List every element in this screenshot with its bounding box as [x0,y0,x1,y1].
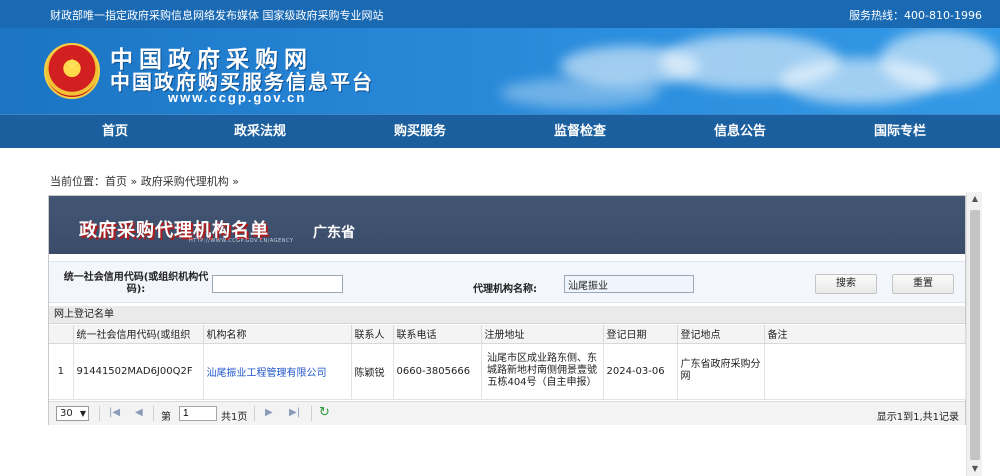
page-scrollbar[interactable]: ▲ ▼ [966,192,982,476]
column-address[interactable]: 注册地址 [481,325,604,344]
chevron-down-icon: ▼ [79,409,86,418]
pagination-info: 显示1到1,共1记录 [876,412,959,423]
nav-home[interactable]: 首页 [65,115,165,149]
page-size-select[interactable]: 30 ▼ [56,406,89,421]
agency-name-link[interactable]: 汕尾振业工程管理有限公司 [203,343,352,400]
scroll-down-icon[interactable]: ▼ [967,462,983,476]
search-button[interactable]: 搜索 [815,274,877,294]
row-contact: 陈颖锐 [351,343,394,400]
row-phone: 0660-3805666 [393,343,482,400]
total-pages: 共1页 [221,412,248,423]
nav-international[interactable]: 国际专栏 [850,115,950,149]
nav-regulations[interactable]: 政采法规 [210,115,310,149]
table-header-row: 统一社会信用代码(或组织 机构名称 联系人 联系电话 注册地址 登记日期 登记地… [49,325,966,344]
first-page-icon[interactable]: |◀ [109,407,120,418]
row-address: 汕尾市区成业路东侧、东城路新地村南侧佣景壹號五栋404号（自主申报） [481,343,604,400]
page-number-input[interactable] [179,406,217,421]
top-bar: 财政部唯一指定政府采购信息网络发布媒体 国家级政府采购专业网站 服务热线：400… [0,0,1000,28]
row-credit-code: 91441502MAD6J00Q2F [73,343,204,400]
credit-code-label: 统一社会信用代码(或组织机构代码): [63,272,209,295]
page-size-value: 30 [60,408,73,419]
page-label: 第 [161,412,171,423]
column-contact[interactable]: 联系人 [351,325,394,344]
agency-name-input[interactable] [564,275,694,293]
breadcrumb-prefix: 当前位置： [50,175,105,188]
row-note [764,343,966,400]
agency-name-label: 代理机构名称: [473,284,537,295]
row-place: 广东省政府采购分网 [677,343,765,400]
list-title: 网上登记名单 [49,306,965,324]
pager-divider [254,406,255,421]
nav-purchase-services[interactable]: 购买服务 [370,115,470,149]
reset-button[interactable]: 重置 [892,274,954,294]
column-credit-code[interactable]: 统一社会信用代码(或组织 [73,325,204,344]
next-page-icon[interactable]: ▶ [265,407,273,418]
main-nav: 首页 政采法规 购买服务 监督检查 信息公告 国际专栏 [0,114,1000,148]
agency-table: 统一社会信用代码(或组织 机构名称 联系人 联系电话 注册地址 登记日期 登记地… [49,325,966,400]
credit-code-input[interactable] [212,275,343,293]
row-date: 2024-03-06 [603,343,678,400]
site-slogan: 财政部唯一指定政府采购信息网络发布媒体 国家级政府采购专业网站 [50,9,384,22]
scrollbar-thumb[interactable] [970,210,980,460]
breadcrumb-tail: » [228,175,239,188]
nav-supervision[interactable]: 监督检查 [530,115,630,149]
column-note[interactable]: 备注 [764,325,966,344]
column-phone[interactable]: 联系电话 [393,325,482,344]
nav-announcements[interactable]: 信息公告 [690,115,790,149]
prev-page-icon[interactable]: ◀ [135,407,143,418]
site-banner: ★ 中国政府采购网 中国政府购买服务信息平台 www.ccgp.gov.cn [0,28,1000,114]
last-page-icon[interactable]: ▶| [289,407,300,418]
pager-divider [153,406,154,421]
column-place[interactable]: 登记地点 [677,325,765,344]
breadcrumb-separator: » [127,175,141,188]
pager-divider [99,406,100,421]
refresh-icon[interactable]: ↻ [319,405,330,420]
column-index [49,325,74,344]
breadcrumb: 当前位置：首页 » 政府采购代理机构 » [50,173,239,189]
service-hotline: 服务热线：400-810-1996 [849,9,982,22]
panel-header: 政府采购代理机构名单 广东省 HTTP://WWW.CCGP.GOV.CN/AG… [49,196,965,254]
national-emblem-icon: ★ [44,43,100,99]
column-date[interactable]: 登记日期 [603,325,678,344]
breadcrumb-home[interactable]: 首页 [105,175,127,188]
panel-province: 广东省 [313,225,355,241]
column-agency-name[interactable]: 机构名称 [203,325,352,344]
agency-list-panel: 政府采购代理机构名单 广东省 HTTP://WWW.CCGP.GOV.CN/AG… [48,195,966,425]
pagination-bar: 30 ▼ |◀ ◀ 第 共1页 ▶ ▶| ↻ 显示1到1,共1记录 [49,401,965,425]
scroll-up-icon[interactable]: ▲ [967,192,983,206]
breadcrumb-current[interactable]: 政府采购代理机构 [141,175,229,188]
search-form: 统一社会信用代码(或组织机构代码): 代理机构名称: 搜索 重置 [49,261,965,303]
site-url: www.ccgp.gov.cn [168,90,307,105]
pager-divider [311,406,312,421]
row-index: 1 [49,343,74,400]
table-row[interactable]: 1 91441502MAD6J00Q2F 汕尾振业工程管理有限公司 陈颖锐 06… [49,343,966,400]
panel-small-url: HTTP://WWW.CCGP.GOV.CN/AGENCY [189,238,294,244]
